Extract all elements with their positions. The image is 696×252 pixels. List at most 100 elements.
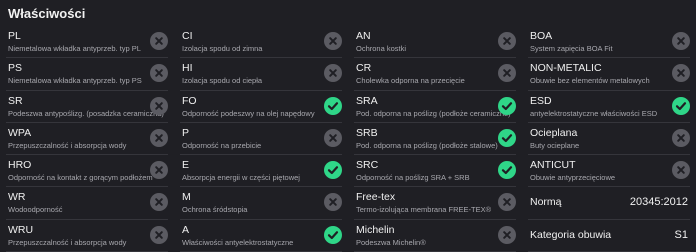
- property-value: S1: [674, 228, 688, 241]
- property-kategoria-obuwia: Kategoria obuwia S1: [528, 220, 690, 252]
- property-boa: BOA System zapięcia BOA Fit: [528, 26, 690, 59]
- x-circle-icon: [498, 193, 516, 212]
- property-code: CI: [182, 30, 193, 42]
- property-description: Odporność podeszwy na olej napędowy: [182, 108, 315, 118]
- property-code: ANTICUT: [530, 159, 576, 172]
- property-code: AN: [356, 30, 371, 42]
- x-circle-icon: [324, 128, 342, 147]
- section-title: Właściwości: [8, 6, 86, 21]
- property-description: Pod. odporna na poślizg (podłoże stalowe…: [356, 140, 498, 150]
- property-sra: SRA Pod. odporna na poślizg (podłoże cera…: [354, 91, 516, 123]
- property-description: Izolacja spodu od ciepła: [182, 76, 263, 86]
- property-code: NON-METALIC: [530, 62, 602, 75]
- property-srb: SRB Pod. odporna na poślizg (podłoże stal…: [354, 123, 516, 156]
- property-pl: PL Niemetalowa wkładka antyprzeb. typ PL: [6, 26, 168, 59]
- property-code: SRC: [356, 159, 379, 172]
- property-description: Cholewka odporna na przecięcie: [356, 76, 465, 86]
- property-description: Obuwie antyprzecięciowe: [530, 173, 616, 183]
- property-sr: SR Podeszwa antypoślizg. (posadzka cerami…: [6, 91, 168, 123]
- x-circle-icon: [324, 193, 342, 212]
- property-description: Właściwości antyelektrostatyczne: [182, 237, 294, 247]
- property-description: Buty ocieplane: [530, 140, 580, 150]
- property-hi: HI Izolacja spodu od ciepła: [180, 58, 342, 91]
- property-code: BOA: [530, 30, 553, 42]
- x-circle-icon: [150, 161, 168, 180]
- property-code: P: [182, 126, 190, 139]
- property-code: Normą: [530, 196, 562, 209]
- properties-grid: PL Niemetalowa wkładka antyprzeb. typ PL C…: [0, 26, 696, 252]
- check-circle-icon: [498, 161, 516, 180]
- property-description: Ochrona śródstopia: [182, 205, 248, 215]
- property-code: A: [182, 223, 190, 236]
- property-fo: FO Odporność podeszwy na olej napędowy: [180, 91, 342, 123]
- x-circle-icon: [672, 64, 690, 83]
- x-circle-icon: [672, 128, 690, 147]
- x-circle-icon: [150, 193, 168, 212]
- check-circle-icon: [498, 96, 516, 115]
- check-circle-icon: [324, 225, 342, 244]
- property-hro: HRO Odporność na kontakt z gorącym podłoż…: [6, 155, 168, 188]
- property-description: Pod. odporna na poślizg (podłoże ceramic…: [356, 108, 511, 118]
- property-code: Kategoria obuwia: [530, 228, 612, 241]
- property-ps: PS Niemetalowa wkładka antyprzeb. typ PS: [6, 58, 168, 91]
- property-description: Absorpcja energii w części piętowej: [182, 173, 300, 183]
- property-description: Wodoodporność: [8, 205, 63, 215]
- property-code: M: [182, 191, 191, 204]
- property-code: PS: [8, 62, 23, 75]
- x-circle-icon: [672, 161, 690, 180]
- property-code: SRA: [356, 94, 378, 107]
- property-description: Niemetalowa wkładka antyprzeb. typ PL: [8, 44, 141, 53]
- property-cr: CR Cholewka odporna na przecięcie: [354, 58, 516, 91]
- x-circle-icon: [150, 128, 168, 147]
- property-michelin: Michelin Podeszwa Michelin®: [354, 220, 516, 252]
- property-code: E: [182, 159, 190, 172]
- property-description: Ochrona kostki: [356, 44, 407, 53]
- property-description: Odporność na przebicie: [182, 140, 262, 150]
- property-description: Przepuszczalność i absorpcja wody: [8, 237, 127, 247]
- property-description: Odporność na poślizg SRA + SRB: [356, 173, 470, 183]
- property-description: System zapięcia BOA Fit: [530, 44, 613, 53]
- x-circle-icon: [150, 32, 168, 50]
- check-circle-icon: [324, 161, 342, 180]
- x-circle-icon: [498, 225, 516, 244]
- property-description: Obuwie bez elementów metalowych: [530, 76, 650, 86]
- property-code: HRO: [8, 159, 32, 172]
- x-circle-icon: [672, 32, 690, 50]
- property-code: FO: [182, 94, 197, 107]
- property-description: Izolacja spodu od zimna: [182, 44, 263, 53]
- property-description: Podeszwa Michelin®: [356, 237, 426, 247]
- property-ci: CI Izolacja spodu od zimna: [180, 26, 342, 59]
- property-non-metalic: NON-METALIC Obuwie bez elementów metalowy…: [528, 58, 690, 91]
- property-e: E Absorpcja energii w części piętowej: [180, 155, 342, 188]
- x-circle-icon: [150, 225, 168, 244]
- property-p: P Odporność na przebicie: [180, 123, 342, 156]
- property-code: Ocieplana: [530, 126, 578, 139]
- property-m: M Ochrona śródstopia: [180, 187, 342, 220]
- check-circle-icon: [498, 128, 516, 147]
- check-circle-icon: [672, 96, 690, 115]
- property-description: Termo-izolująca membrana FREE-TEX®: [356, 205, 492, 215]
- property-wr: WR Wodoodporność: [6, 187, 168, 220]
- property-code: Free-tex: [356, 191, 396, 204]
- property-anticut: ANTICUT Obuwie antyprzecięciowe: [528, 155, 690, 188]
- x-circle-icon: [498, 32, 516, 50]
- property-code: WRU: [8, 223, 34, 236]
- x-circle-icon: [150, 96, 168, 115]
- property-code: SRB: [356, 126, 378, 139]
- property-description: Niemetalowa wkładka antyprzeb. typ PS: [8, 76, 142, 86]
- property-ocieplana: Ocieplana Buty ocieplane: [528, 123, 690, 156]
- property-a: A Właściwości antyelektrostatyczne: [180, 220, 342, 252]
- x-circle-icon: [150, 64, 168, 83]
- property-description: Przepuszczalność i absorpcja wody: [8, 140, 127, 150]
- property-code: ESD: [530, 94, 552, 107]
- property-description: Podeszwa antypoślizg. (posadzka ceramicz…: [8, 108, 164, 118]
- property-code: SR: [8, 94, 23, 107]
- property-code: HI: [182, 62, 193, 75]
- property-code: CR: [356, 62, 372, 75]
- property-wpa: WPA Przepuszczalność i absorpcja wody: [6, 123, 168, 156]
- property-code: WR: [8, 191, 26, 204]
- property-wru: WRU Przepuszczalność i absorpcja wody: [6, 220, 168, 252]
- property-code: Michelin: [356, 223, 395, 236]
- property-an: AN Ochrona kostki: [354, 26, 516, 59]
- property-code: WPA: [8, 126, 32, 139]
